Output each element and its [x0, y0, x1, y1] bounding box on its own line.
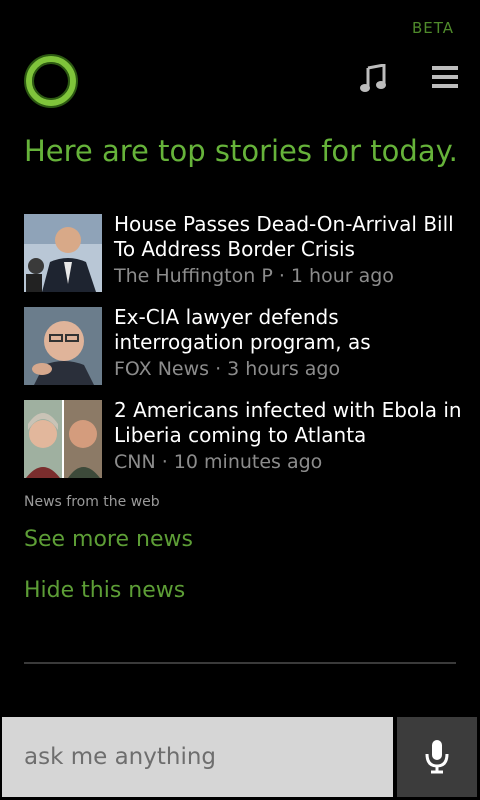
- beta-label: BETA: [411, 19, 454, 37]
- search-input[interactable]: [22, 743, 386, 771]
- news-title: House Passes Dead-On-Arrival Bill To Add…: [114, 212, 454, 261]
- news-meta: FOX News · 3 hours ago: [114, 358, 341, 380]
- news-list: House Passes Dead-On-Arrival Bill To Add…: [24, 212, 464, 491]
- news-item[interactable]: Ex-CIA lawyer defends interrogation prog…: [24, 305, 464, 385]
- microphone-button[interactable]: [397, 717, 477, 797]
- search-box[interactable]: [2, 717, 393, 797]
- hamburger-menu-icon[interactable]: [432, 66, 458, 90]
- news-meta: The Huffington P · 1 hour ago: [114, 265, 394, 287]
- divider: [24, 662, 456, 664]
- music-note-icon[interactable]: [360, 63, 386, 94]
- cortana-logo-icon[interactable]: [26, 56, 76, 106]
- news-title: 2 Americans infected with Ebola in Liber…: [114, 398, 462, 447]
- see-more-news-link[interactable]: See more news: [24, 527, 193, 552]
- news-thumbnail-image: [24, 214, 102, 292]
- page-heading: Here are top stories for today.: [24, 134, 458, 168]
- news-item[interactable]: 2 Americans infected with Ebola in Liber…: [24, 398, 464, 478]
- microphone-icon: [425, 740, 449, 774]
- news-thumbnail-image: [24, 307, 102, 385]
- news-meta: CNN · 10 minutes ago: [114, 451, 323, 473]
- news-thumbnail-image: [24, 400, 102, 478]
- news-item[interactable]: House Passes Dead-On-Arrival Bill To Add…: [24, 212, 464, 292]
- news-source-label: News from the web: [24, 494, 160, 510]
- hide-news-link[interactable]: Hide this news: [24, 578, 185, 603]
- news-title: Ex-CIA lawyer defends interrogation prog…: [114, 305, 371, 354]
